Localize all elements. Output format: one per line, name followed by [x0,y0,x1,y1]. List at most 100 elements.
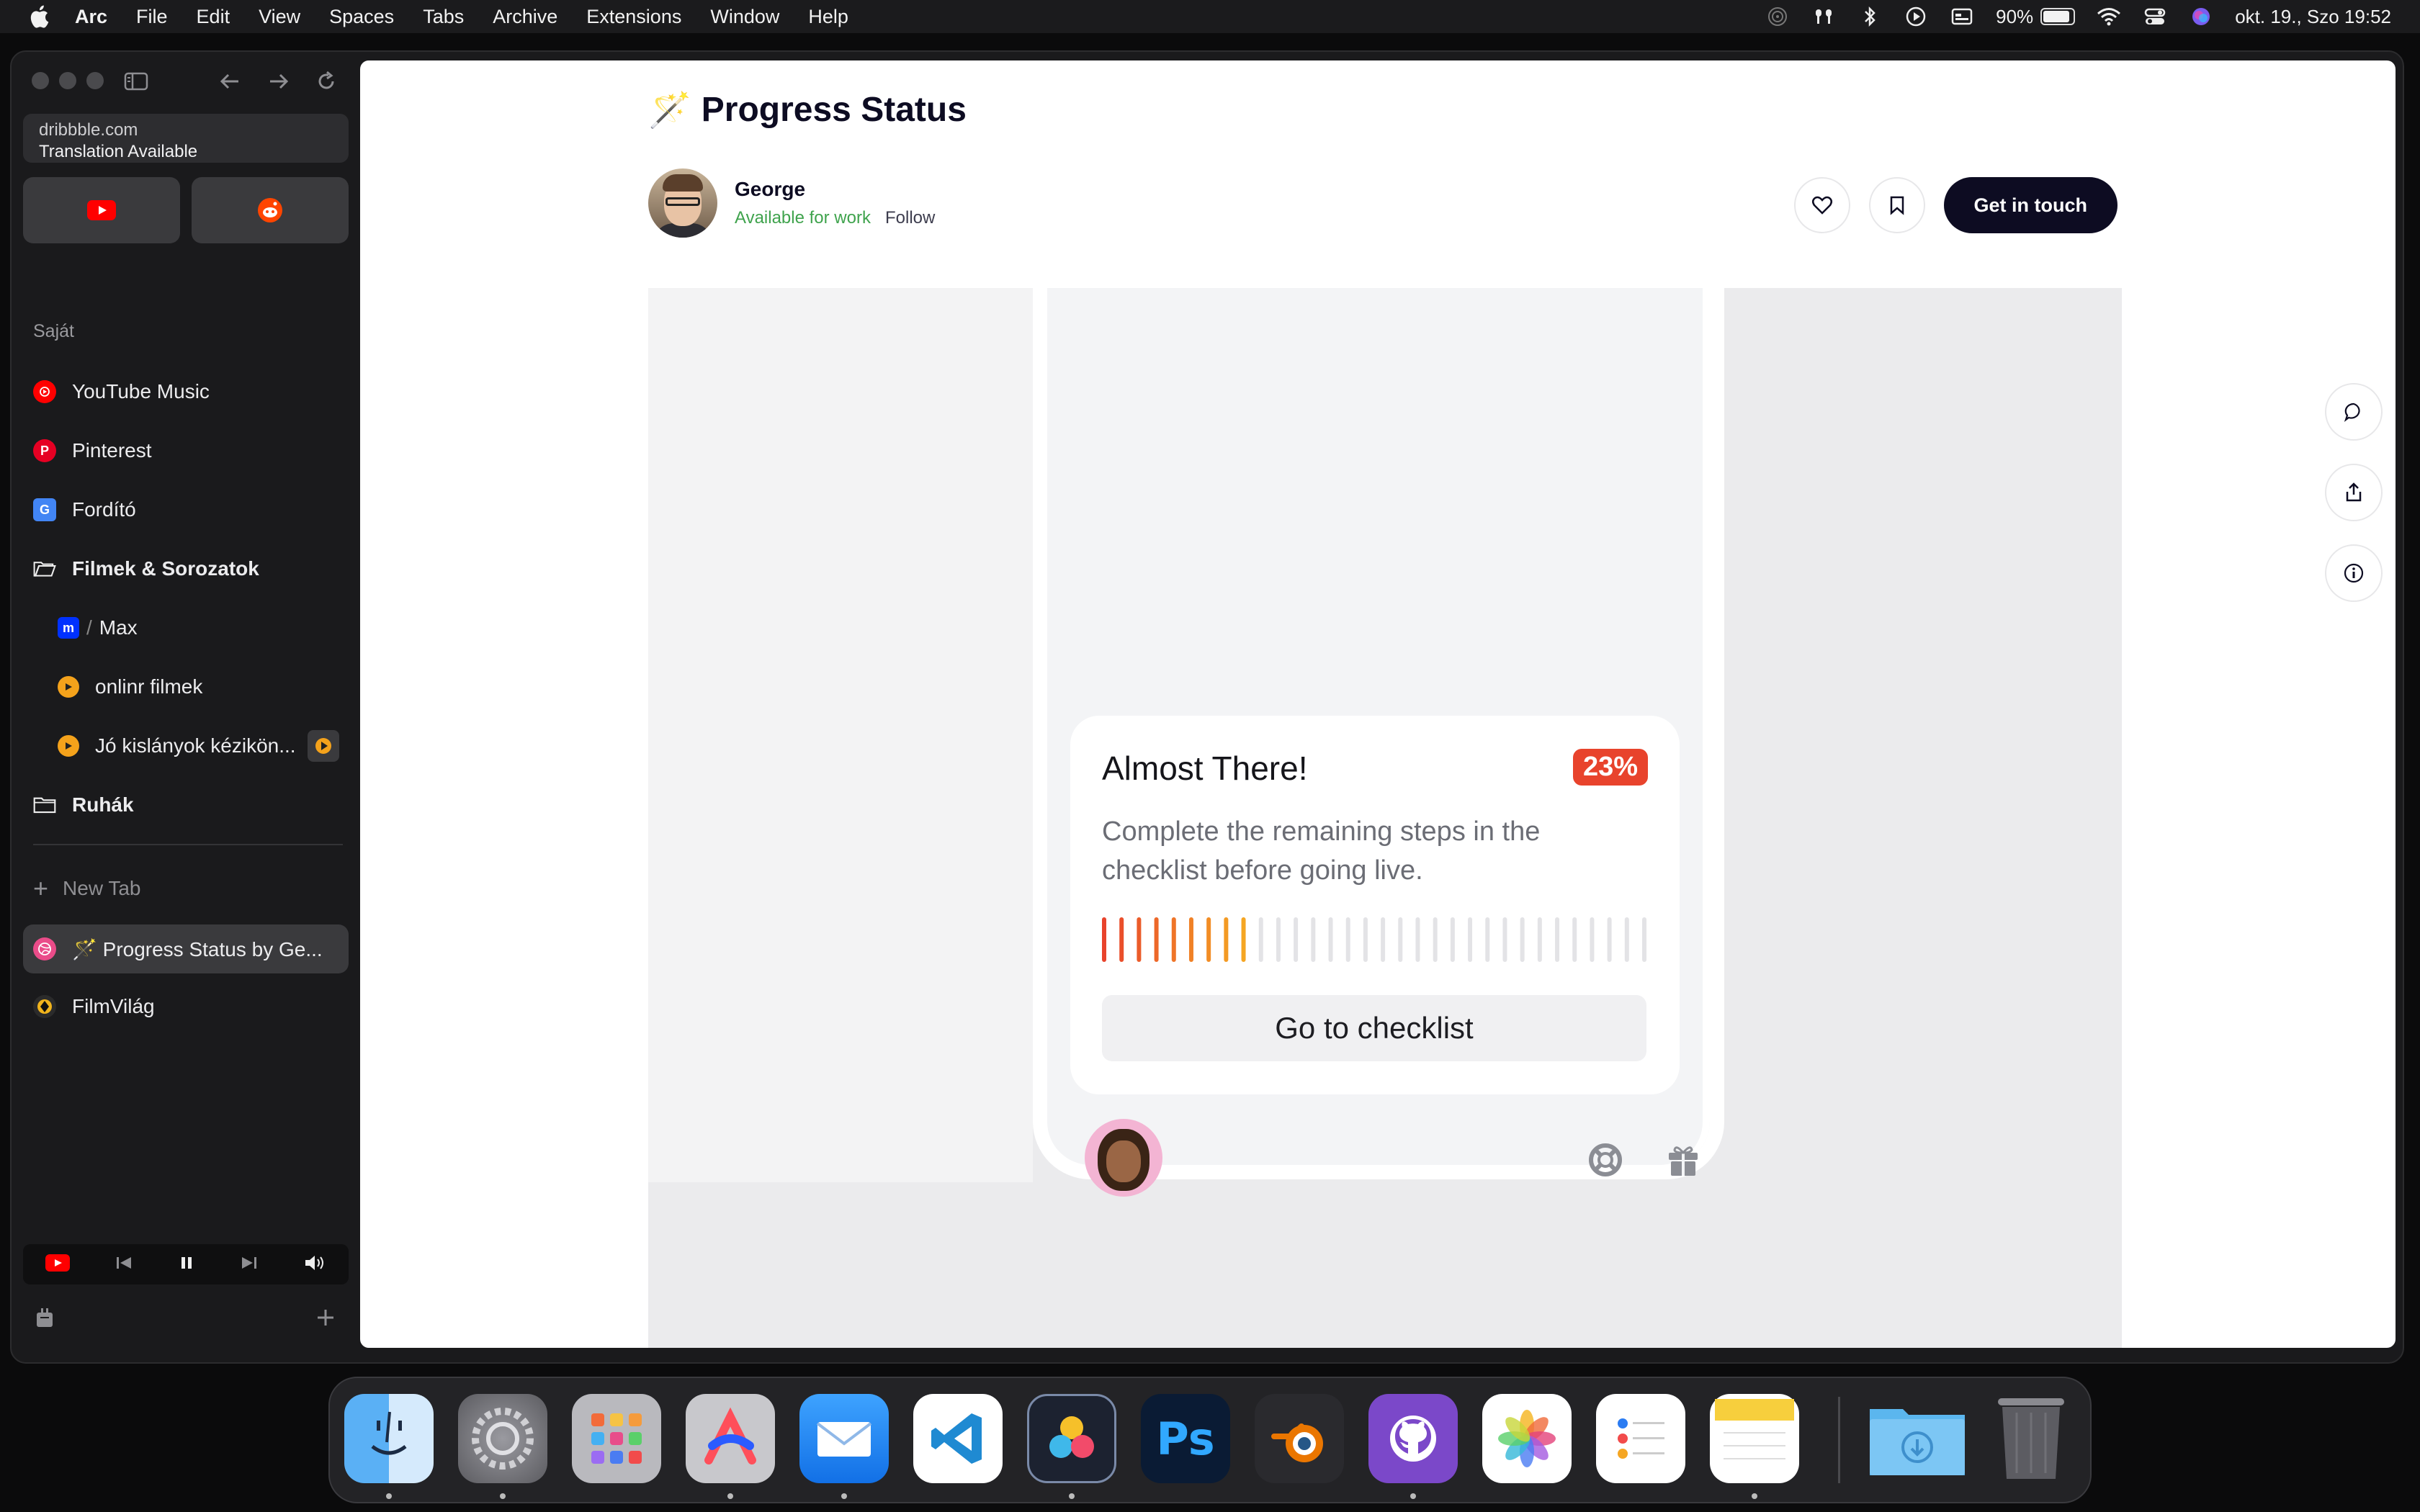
menu-app-name[interactable]: Arc [75,6,107,28]
progress-tick-empty [1415,917,1420,962]
save-button[interactable] [1868,177,1925,233]
url-bar[interactable]: dribbble.com Translation Available [23,114,349,163]
mail-icon[interactable] [799,1394,889,1483]
progress-tick-empty [1502,917,1507,962]
finder-icon[interactable] [344,1394,434,1483]
now-playing-icon[interactable] [1904,6,1928,27]
github-desktop-icon[interactable] [1368,1394,1458,1483]
menu-window[interactable]: Window [710,6,779,28]
blender-icon[interactable] [1255,1394,1344,1483]
close-window-button[interactable] [32,72,49,89]
menu-extensions[interactable]: Extensions [586,6,681,28]
follow-button[interactable]: Follow [885,208,935,228]
pinned-youtube[interactable] [23,177,180,243]
progress-tick-empty [1345,917,1350,962]
pinned-reddit[interactable] [192,177,349,243]
menu-spaces[interactable]: Spaces [329,6,394,28]
tab-filmvilag[interactable]: FilmVilág [33,985,155,1028]
shot-title-text: Progress Status [701,91,967,129]
back-arrow-icon[interactable] [216,68,243,95]
window-controls [32,72,104,89]
battery-status[interactable]: 90% [1996,6,2076,28]
airpods-icon[interactable] [1811,6,1836,27]
info-button[interactable] [2325,544,2383,602]
display-icon[interactable] [1950,6,1974,27]
photoshop-icon[interactable]: Ps [1141,1394,1230,1483]
menu-tabs[interactable]: Tabs [423,6,464,28]
sidebar-item-max[interactable]: m / Max [58,606,138,649]
like-button[interactable] [1793,177,1850,233]
pause-icon[interactable] [178,1254,195,1275]
author-name[interactable]: George [735,178,935,201]
minimize-window-button[interactable] [59,72,76,89]
system-settings-icon[interactable] [458,1394,547,1483]
notes-icon[interactable] [1710,1394,1799,1483]
volume-icon[interactable] [303,1254,326,1276]
go-to-checklist-button[interactable]: Go to checklist [1102,995,1646,1061]
sidebar-item-youtube-music[interactable]: YouTube Music [33,370,210,413]
sidebar: dribbble.com Translation Available Saját… [12,52,362,1362]
zoom-window-button[interactable] [86,72,104,89]
davinci-resolve-icon[interactable] [1027,1394,1116,1483]
progress-tick-filled [1224,917,1229,962]
progress-tick-empty [1642,917,1646,962]
tab-progress-status[interactable]: 🪄 Progress Status by Ge... [23,924,349,973]
photos-icon[interactable] [1482,1394,1572,1483]
menu-archive[interactable]: Archive [493,6,557,28]
sidebar-item-onlinr-filmek[interactable]: onlinr filmek [58,665,202,708]
lifebuoy-icon[interactable] [1586,1140,1625,1179]
wifi-icon[interactable] [2097,6,2121,27]
share-button[interactable] [2325,464,2383,521]
progress-tick-empty [1433,917,1438,962]
progress-tick-empty [1572,917,1577,962]
sidebar-item-label: onlinr filmek [95,675,203,698]
progress-tick-empty [1311,917,1316,962]
clock[interactable]: okt. 19., Szo 19:52 [2235,6,2391,28]
previous-track-icon[interactable] [114,1254,134,1275]
forward-arrow-icon[interactable] [265,68,292,95]
progress-tick-empty [1555,917,1560,962]
reload-icon[interactable] [313,68,340,95]
next-track-icon[interactable] [239,1254,259,1275]
comments-button[interactable] [2325,383,2383,441]
get-in-touch-button[interactable]: Get in touch [1943,177,2118,233]
avatar[interactable] [648,168,717,238]
sidebar-folder-ruhak[interactable]: Ruhák [33,783,134,827]
youtube-icon[interactable] [45,1254,70,1275]
tab-label: 🪄 Progress Status by Ge... [72,937,323,960]
gift-icon[interactable] [1664,1140,1703,1179]
vscode-icon[interactable] [913,1394,1003,1483]
sidebar-toggle-icon[interactable] [122,68,150,95]
reminders-icon[interactable] [1596,1394,1685,1483]
audio-playing-icon[interactable] [307,730,339,762]
arc-icon[interactable] [686,1394,775,1483]
sidebar-item-jo-kislanyok[interactable]: Jó kislányok kézikön... [58,724,339,768]
archive-icon[interactable] [32,1305,58,1331]
apple-menu-icon[interactable] [26,4,52,30]
new-space-plus-icon[interactable] [313,1305,339,1331]
sidebar-item-pinterest[interactable]: P Pinterest [33,429,152,472]
siri-icon[interactable] [2189,6,2213,27]
heart-icon [1811,196,1832,215]
launchpad-icon[interactable] [572,1394,661,1483]
memoji-avatar[interactable] [1085,1119,1162,1197]
menu-view[interactable]: View [259,6,300,28]
sidebar-item-fordito[interactable]: G Fordító [33,488,136,531]
progress-tick-filled [1154,917,1159,962]
trash-icon[interactable] [1986,1394,2076,1483]
menu-edit[interactable]: Edit [197,6,230,28]
sidebar-item-label: YouTube Music [72,380,210,402]
google-translate-icon: G [33,498,56,521]
downloads-folder-icon[interactable] [1867,1394,1968,1483]
menu-file[interactable]: File [136,6,168,28]
airdrop-icon[interactable] [1765,6,1790,27]
bluetooth-icon[interactable] [1857,6,1882,27]
sidebar-folder-filmek[interactable]: Filmek & Sorozatok [33,547,259,590]
new-tab-button[interactable]: + New Tab [33,876,140,901]
availability-status[interactable]: Available for work [735,208,871,228]
progress-tick-empty [1276,917,1281,962]
control-center-icon[interactable] [2143,6,2167,27]
translation-notice[interactable]: Translation Available [39,141,333,163]
menu-help[interactable]: Help [808,6,848,28]
share-icon [2346,482,2362,502]
